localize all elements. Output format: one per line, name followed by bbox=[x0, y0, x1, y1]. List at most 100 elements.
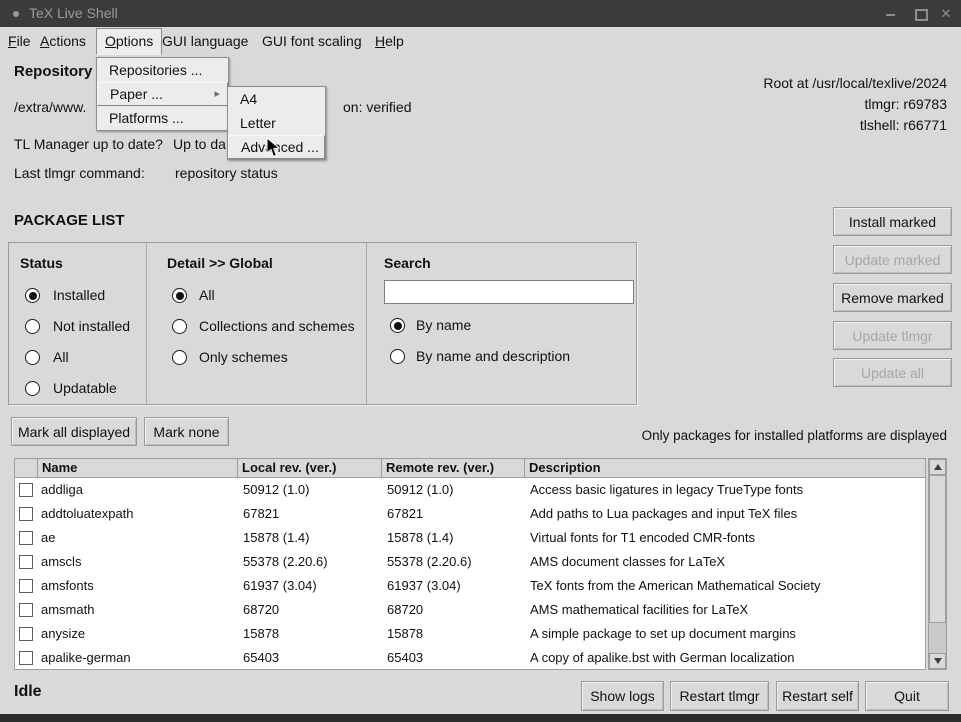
menu-actions[interactable]: Actions bbox=[40, 27, 86, 55]
menu-item-letter[interactable]: Letter bbox=[228, 111, 325, 135]
radio-search-by-name-desc[interactable] bbox=[390, 349, 405, 364]
menu-item-paper[interactable]: Paper ... ▸ bbox=[97, 82, 228, 106]
column-checkbox[interactable] bbox=[15, 459, 37, 477]
pkg-name[interactable]: amsfonts bbox=[41, 574, 233, 598]
radio-search-by-name[interactable] bbox=[390, 318, 405, 333]
restart-self-button[interactable]: Restart self bbox=[776, 681, 859, 711]
radio-status-not-installed[interactable] bbox=[25, 319, 40, 334]
row-checkbox[interactable] bbox=[19, 555, 33, 569]
row-checkbox[interactable] bbox=[19, 483, 33, 497]
row-checkbox[interactable] bbox=[19, 603, 33, 617]
table-row[interactable]: ae 15878 (1.4) 15878 (1.4) Virtual fonts… bbox=[15, 526, 925, 550]
pkg-remote-rev: 15878 bbox=[387, 622, 526, 646]
row-checkbox[interactable] bbox=[19, 531, 33, 545]
pkg-description: Virtual fonts for T1 encoded CMR-fonts bbox=[530, 526, 925, 550]
restart-tlmgr-button[interactable]: Restart tlmgr bbox=[670, 681, 769, 711]
pkg-name[interactable]: addtoluatexpath bbox=[41, 502, 233, 526]
window-bottom-edge bbox=[0, 714, 961, 722]
pkg-local-rev: 67821 bbox=[243, 502, 383, 526]
search-input[interactable] bbox=[384, 280, 634, 304]
radio-search-by-name-desc-label[interactable]: By name and description bbox=[416, 348, 570, 364]
radio-detail-all[interactable] bbox=[172, 288, 187, 303]
radio-status-all-label[interactable]: All bbox=[53, 349, 69, 365]
scrollbar-thumb[interactable] bbox=[929, 475, 946, 623]
pkg-name[interactable]: anysize bbox=[41, 622, 233, 646]
radio-search-by-name-label[interactable]: By name bbox=[416, 317, 471, 333]
root-path: Root at /usr/local/texlive/2024 bbox=[763, 73, 947, 94]
radio-detail-collections-label[interactable]: Collections and schemes bbox=[199, 318, 355, 334]
pkg-local-rev: 68720 bbox=[243, 598, 383, 622]
pkg-remote-rev: 55378 (2.20.6) bbox=[387, 550, 526, 574]
menu-item-platforms[interactable]: Platforms ... bbox=[97, 106, 228, 130]
pkg-name[interactable]: apalike-german bbox=[41, 646, 233, 670]
column-local-rev[interactable]: Local rev. (ver.) bbox=[237, 459, 381, 477]
row-checkbox[interactable] bbox=[19, 579, 33, 593]
table-row[interactable]: anysize 15878 15878 A simple package to … bbox=[15, 622, 925, 646]
radio-status-installed[interactable] bbox=[25, 288, 40, 303]
minimize-button[interactable] bbox=[878, 0, 902, 27]
table-row[interactable]: amsfonts 61937 (3.04) 61937 (3.04) TeX f… bbox=[15, 574, 925, 598]
mark-none-button[interactable]: Mark none bbox=[144, 417, 229, 446]
row-checkbox[interactable] bbox=[19, 651, 33, 665]
menu-file[interactable]: File bbox=[8, 27, 31, 55]
table-row[interactable]: amsmath 68720 68720 AMS mathematical fac… bbox=[15, 598, 925, 622]
table-scrollbar[interactable] bbox=[928, 458, 947, 670]
column-remote-rev[interactable]: Remote rev. (ver.) bbox=[381, 459, 524, 477]
menu-item-repositories[interactable]: Repositories ... bbox=[97, 58, 228, 82]
menu-item-a4[interactable]: A4 bbox=[228, 87, 325, 111]
repository-heading: Repository bbox=[14, 63, 92, 80]
window-title: TeX Live Shell bbox=[29, 0, 118, 27]
scroll-up-button[interactable] bbox=[929, 459, 946, 475]
radio-detail-all-label[interactable]: All bbox=[199, 287, 215, 303]
platforms-note: Only packages for installed platforms ar… bbox=[642, 428, 947, 443]
menu-options[interactable]: Options bbox=[96, 28, 162, 55]
table-row[interactable]: addliga 50912 (1.0) 50912 (1.0) Access b… bbox=[15, 478, 925, 502]
titlebar[interactable]: TeX Live Shell ✕ bbox=[0, 0, 961, 27]
pkg-description: Access basic ligatures in legacy TrueTyp… bbox=[530, 478, 925, 502]
column-name[interactable]: Name bbox=[37, 459, 237, 477]
radio-status-updatable-label[interactable]: Updatable bbox=[53, 380, 117, 396]
menu-help[interactable]: Help bbox=[375, 27, 404, 55]
radio-status-all[interactable] bbox=[25, 350, 40, 365]
radio-detail-collections[interactable] bbox=[172, 319, 187, 334]
pkg-description: TeX fonts from the American Mathematical… bbox=[530, 574, 925, 598]
repository-url-fragment: /extra/www. bbox=[14, 99, 86, 115]
pkg-name[interactable]: amsmath bbox=[41, 598, 233, 622]
radio-detail-only-schemes-label[interactable]: Only schemes bbox=[199, 349, 288, 365]
last-command-value: repository status bbox=[175, 165, 278, 181]
close-button[interactable]: ✕ bbox=[934, 0, 958, 27]
package-list-heading: PACKAGE LIST bbox=[14, 212, 125, 229]
maximize-button[interactable] bbox=[908, 0, 932, 27]
radio-detail-only-schemes[interactable] bbox=[172, 350, 187, 365]
pkg-name[interactable]: addliga bbox=[41, 478, 233, 502]
table-header: Name Local rev. (ver.) Remote rev. (ver.… bbox=[14, 458, 926, 478]
pkg-remote-rev: 67821 bbox=[387, 502, 526, 526]
update-tlmgr-button: Update tlmgr bbox=[833, 321, 952, 350]
radio-status-updatable[interactable] bbox=[25, 381, 40, 396]
scroll-down-button[interactable] bbox=[929, 653, 946, 669]
table-row[interactable]: apalike-german 65403 65403 A copy of apa… bbox=[15, 646, 925, 670]
remove-marked-button[interactable]: Remove marked bbox=[833, 283, 952, 312]
install-marked-button[interactable]: Install marked bbox=[833, 207, 952, 236]
mark-all-displayed-button[interactable]: Mark all displayed bbox=[11, 417, 137, 446]
table-row[interactable]: amscls 55378 (2.20.6) 55378 (2.20.6) AMS… bbox=[15, 550, 925, 574]
menu-gui-language[interactable]: GUI language bbox=[162, 27, 248, 55]
pkg-name[interactable]: ae bbox=[41, 526, 233, 550]
pkg-description: A copy of apalike.bst with German locali… bbox=[530, 646, 925, 670]
menu-gui-font-scaling[interactable]: GUI font scaling bbox=[262, 27, 362, 55]
quit-button[interactable]: Quit bbox=[865, 681, 949, 711]
pkg-remote-rev: 15878 (1.4) bbox=[387, 526, 526, 550]
pkg-name[interactable]: amscls bbox=[41, 550, 233, 574]
arrow-down-icon bbox=[934, 658, 942, 664]
pkg-description: Add paths to Lua packages and input TeX … bbox=[530, 502, 925, 526]
row-checkbox[interactable] bbox=[19, 507, 33, 521]
row-checkbox[interactable] bbox=[19, 627, 33, 641]
maximize-icon bbox=[915, 9, 928, 21]
column-description[interactable]: Description bbox=[524, 459, 925, 477]
table-row[interactable]: addtoluatexpath 67821 67821 Add paths to… bbox=[15, 502, 925, 526]
tl-manager-value: Up to da bbox=[173, 136, 226, 152]
radio-status-installed-label[interactable]: Installed bbox=[53, 287, 105, 303]
filter-panel: Status Installed Not installed All Updat… bbox=[8, 242, 637, 405]
radio-status-not-installed-label[interactable]: Not installed bbox=[53, 318, 130, 334]
show-logs-button[interactable]: Show logs bbox=[581, 681, 664, 711]
